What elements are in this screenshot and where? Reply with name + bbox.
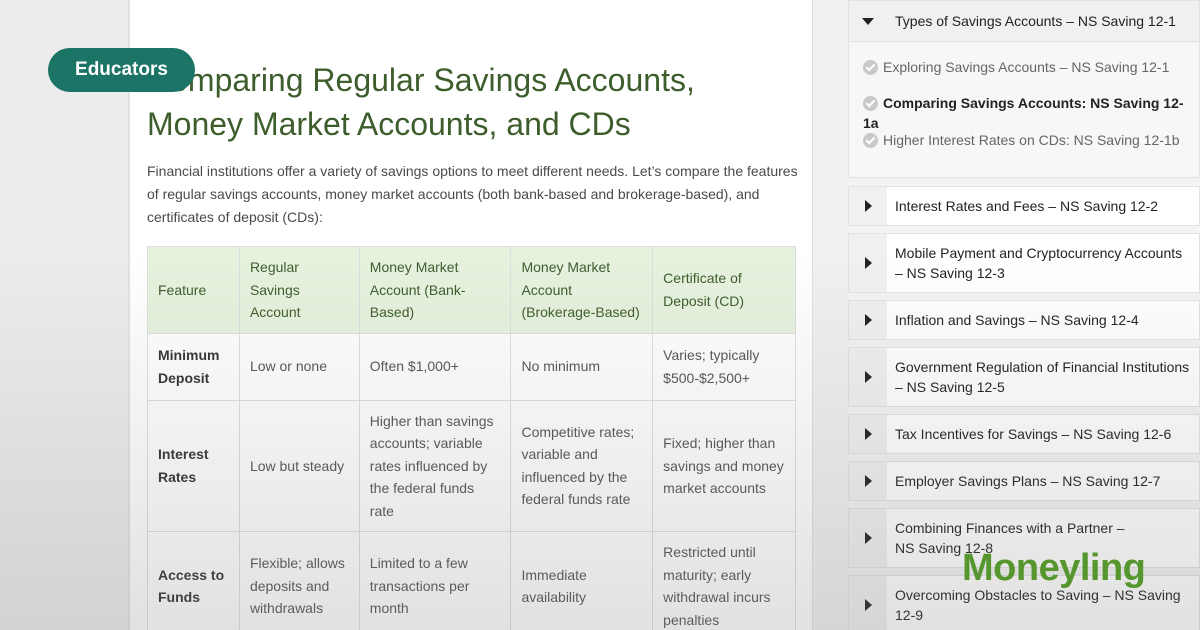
left-gutter <box>0 0 130 630</box>
table-header-row: Feature Regular Savings Account Money Ma… <box>147 246 796 334</box>
accordion-item[interactable]: Employer Savings Plans – NS Saving 12-7 <box>848 461 1200 501</box>
lesson-label: Comparing Savings Accounts: NS Saving 12… <box>863 95 1184 131</box>
triangle-right-icon <box>865 314 872 326</box>
table-cell: Flexible; allows deposits and withdrawal… <box>238 531 360 630</box>
table-cell: Low but steady <box>238 399 360 532</box>
accordion-item-label: Interest Rates and Fees – NS Saving 12-2 <box>895 198 1159 214</box>
comparison-table: Feature Regular Savings Account Money Ma… <box>147 246 796 630</box>
table-cell: Varies; typically $500-$2,500+ <box>652 332 796 401</box>
column-header: Feature <box>147 246 240 334</box>
triangle-down-icon <box>862 18 874 25</box>
table-cell: No minimum <box>510 332 654 401</box>
table-cell: Fixed; higher than savings and money mar… <box>652 399 796 532</box>
table-row: Interest Rates Low but steady Higher tha… <box>147 399 796 532</box>
lesson-label: Exploring Savings Accounts – NS Saving 1… <box>883 59 1170 75</box>
accordion-item[interactable]: Interest Rates and Fees – NS Saving 12-2 <box>848 186 1200 226</box>
accordion-toggle[interactable] <box>849 576 887 630</box>
educators-badge: Educators <box>48 48 195 92</box>
accordion-item[interactable]: Government Regulation of Financial Insti… <box>848 347 1200 407</box>
article-panel: Comparing Regular Savings Accounts, Mone… <box>130 0 812 630</box>
accordion-toggle[interactable] <box>849 234 887 292</box>
accordion-item[interactable]: Inflation and Savings – NS Saving 12-4 <box>848 300 1200 340</box>
accordion-item-label: Inflation and Savings – NS Saving 12-4 <box>895 312 1139 328</box>
accordion-open-section[interactable]: Types of Savings Accounts – NS Saving 12… <box>848 0 1200 42</box>
triangle-right-icon <box>865 599 872 611</box>
table-cell: Competitive rates; variable and influenc… <box>510 399 654 532</box>
accordion-toggle[interactable] <box>849 509 887 567</box>
table-cell: Immediate availability <box>510 531 654 630</box>
table-row: Minimum Deposit Low or none Often $1,000… <box>147 332 796 401</box>
table-cell: Higher than savings accounts; variable r… <box>358 399 512 532</box>
column-header: Money Market Account (Bank-Based) <box>358 246 512 334</box>
lesson-label: Higher Interest Rates on CDs: NS Saving … <box>883 132 1180 148</box>
course-sidebar: Types of Savings Accounts – NS Saving 12… <box>848 0 1200 630</box>
accordion-toggle[interactable] <box>849 301 887 339</box>
checkmark-icon <box>863 60 878 75</box>
accordion-item-label: Government Regulation of Financial Insti… <box>895 359 1190 395</box>
accordion-item[interactable]: Mobile Payment and Cryptocurrency Accoun… <box>848 233 1200 293</box>
column-header: Regular Savings Account <box>238 246 360 334</box>
triangle-right-icon <box>865 428 872 440</box>
triangle-right-icon <box>865 532 872 544</box>
triangle-right-icon <box>865 475 872 487</box>
column-header: Money Market Account (Brokerage-Based) <box>510 246 654 334</box>
brand-logo: Moneyling <box>962 547 1146 589</box>
table-cell: Limited to a few transactions per month <box>358 531 512 630</box>
accordion-toggle[interactable] <box>849 462 887 500</box>
triangle-right-icon <box>865 200 872 212</box>
lesson-link[interactable]: Exploring Savings Accounts – NS Saving 1… <box>863 57 1169 77</box>
table-cell: Restricted until maturity; early withdra… <box>652 531 796 630</box>
lesson-link[interactable]: Higher Interest Rates on CDs: NS Saving … <box>863 130 1179 150</box>
triangle-right-icon <box>865 371 872 383</box>
accordion-toggle[interactable] <box>849 187 887 225</box>
accordion-toggle[interactable] <box>849 415 887 453</box>
column-divider <box>812 0 849 630</box>
triangle-right-icon <box>865 257 872 269</box>
accordion-item[interactable]: Tax Incentives for Savings – NS Saving 1… <box>848 414 1200 454</box>
accordion-toggle[interactable] <box>849 348 887 406</box>
accordion-section-title: Types of Savings Accounts – NS Saving 12… <box>895 13 1176 29</box>
table-cell: Often $1,000+ <box>358 332 512 401</box>
column-header: Certificate of Deposit (CD) <box>652 246 796 334</box>
page-title: Comparing Regular Savings Accounts, Mone… <box>147 62 695 142</box>
accordion-item-label: Employer Savings Plans – NS Saving 12-7 <box>895 473 1161 489</box>
accordion-item-label: Mobile Payment and Cryptocurrency Accoun… <box>895 245 1183 281</box>
intro-paragraph: Financial institutions offer a variety o… <box>147 163 798 225</box>
feature-cell: Access to Funds <box>147 531 240 630</box>
table-row: Access to Funds Flexible; allows deposit… <box>147 531 796 630</box>
feature-cell: Minimum Deposit <box>147 332 240 401</box>
accordion-lessons: Exploring Savings Accounts – NS Saving 1… <box>848 42 1200 178</box>
feature-cell: Interest Rates <box>147 399 240 532</box>
lesson-link-active[interactable]: Comparing Savings Accounts: NS Saving 12… <box>863 93 1199 133</box>
checkmark-icon <box>863 96 878 111</box>
checkmark-icon <box>863 133 878 148</box>
accordion-item-label: Tax Incentives for Savings – NS Saving 1… <box>895 426 1172 442</box>
table-cell: Low or none <box>238 332 360 401</box>
